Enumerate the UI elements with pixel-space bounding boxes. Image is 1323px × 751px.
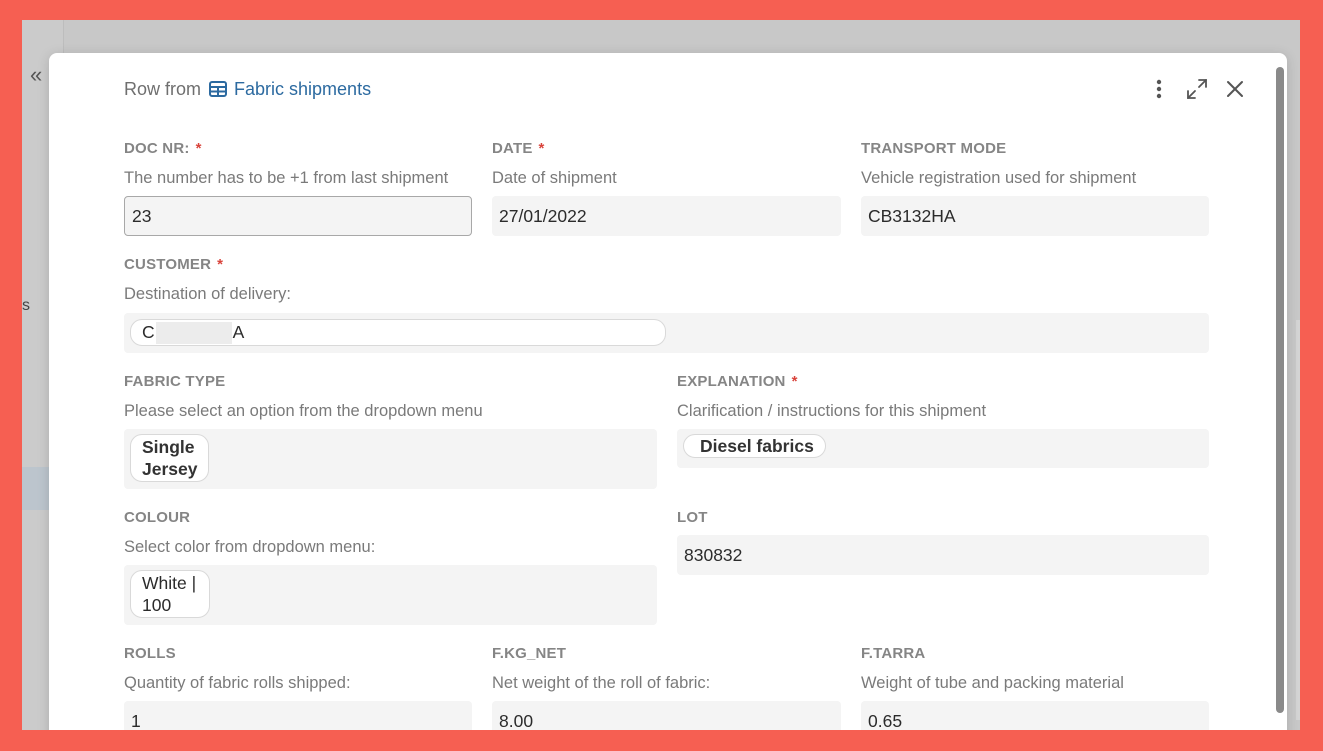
explanation-description: Clarification / instructions for this sh… [677, 402, 987, 420]
f-tarra-input[interactable]: 0.65 [861, 701, 1209, 730]
expand-icon[interactable] [1185, 77, 1209, 101]
customer-field: CUSTOMER * Destination of delivery: CA [124, 256, 1209, 353]
date-description: Date of shipment [492, 169, 617, 187]
colour-description: Select color from dropdown menu: [124, 538, 376, 556]
collapse-sidebar-icon[interactable]: « [30, 64, 42, 86]
doc-nr-input[interactable]: 23 [124, 196, 472, 236]
transport-mode-description: Vehicle registration used for shipment [861, 169, 1137, 187]
f-kg-net-description: Net weight of the roll of fabric: [492, 674, 711, 692]
transport-mode-field: TRANSPORT MODE Vehicle registration used… [861, 140, 1209, 236]
table-link[interactable]: Fabric shipments [234, 79, 371, 100]
row-expand-modal: Row from Fabric shipments DOC NR: * The … [49, 53, 1287, 730]
explanation-chip[interactable]: Diesel fabrics [683, 434, 826, 458]
scrollbar[interactable] [1275, 67, 1285, 730]
transport-mode-input[interactable]: CB3132HA [861, 196, 1209, 236]
doc-nr-field: DOC NR: * The number has to be +1 from la… [124, 140, 472, 236]
date-field: DATE * Date of shipment 27/01/2022 [492, 140, 841, 236]
lot-label: LOT [677, 509, 708, 526]
close-icon[interactable] [1223, 77, 1247, 101]
rolls-description: Quantity of fabric rolls shipped: [124, 674, 351, 692]
redacted-block [155, 322, 232, 345]
fabric-type-description: Please select an option from the dropdow… [124, 402, 483, 420]
customer-chip[interactable]: CA [130, 319, 666, 347]
customer-input[interactable]: CA [124, 313, 1209, 353]
doc-nr-label: DOC NR: * [124, 140, 202, 157]
table-icon [209, 80, 228, 98]
date-input[interactable]: 27/01/2022 [492, 196, 841, 236]
f-kg-net-input[interactable]: 8.00 [492, 701, 841, 730]
doc-nr-description: The number has to be +1 from last shipme… [124, 169, 449, 187]
explanation-label: EXPLANATION * [677, 373, 798, 390]
modal-actions [1147, 77, 1247, 101]
colour-label: COLOUR [124, 509, 191, 526]
fabric-type-chip[interactable]: Single Jersey [130, 434, 210, 482]
background-selected-item [22, 467, 50, 510]
customer-description: Destination of delivery: [124, 285, 291, 303]
row-from-label: Row from [124, 78, 202, 99]
transport-mode-label: TRANSPORT MODE [861, 140, 1007, 157]
app-screen: « s Row from Fabric shipments DOC NR: * … [22, 20, 1300, 730]
fabric-type-input[interactable]: Single Jersey [124, 429, 657, 489]
f-kg-net-label: F.KG_NET [492, 645, 567, 662]
f-tarra-field: F.TARRA Weight of tube and packing mater… [861, 645, 1209, 730]
explanation-input[interactable]: Diesel fabrics [677, 429, 1209, 468]
colour-input[interactable]: White | 100 [124, 565, 657, 625]
colour-chip[interactable]: White | 100 [130, 570, 210, 618]
fabric-type-label: FABRIC TYPE [124, 373, 226, 390]
rolls-input[interactable]: 1 [124, 701, 472, 730]
f-tarra-description: Weight of tube and packing material [861, 674, 1124, 692]
colour-field: COLOUR Select color from dropdown menu: … [124, 509, 657, 625]
explanation-field: EXPLANATION * Clarification / instruction… [677, 373, 1209, 468]
scrollbar-thumb[interactable] [1276, 67, 1284, 713]
rolls-field: ROLLS Quantity of fabric rolls shipped: … [124, 645, 472, 730]
f-tarra-label: F.TARRA [861, 645, 926, 662]
more-options-icon[interactable] [1147, 77, 1171, 101]
background-right-edge [1296, 320, 1300, 720]
customer-label: CUSTOMER * [124, 256, 224, 273]
fabric-type-field: FABRIC TYPE Please select an option from… [124, 373, 657, 489]
f-kg-net-field: F.KG_NET Net weight of the roll of fabri… [492, 645, 841, 730]
lot-field: LOT 830832 [677, 509, 1209, 575]
rolls-label: ROLLS [124, 645, 176, 662]
lot-input[interactable]: 830832 [677, 535, 1209, 575]
date-label: DATE * [492, 140, 545, 157]
background-text: s [22, 297, 30, 314]
modal-header: Row from Fabric shipments [124, 79, 371, 99]
